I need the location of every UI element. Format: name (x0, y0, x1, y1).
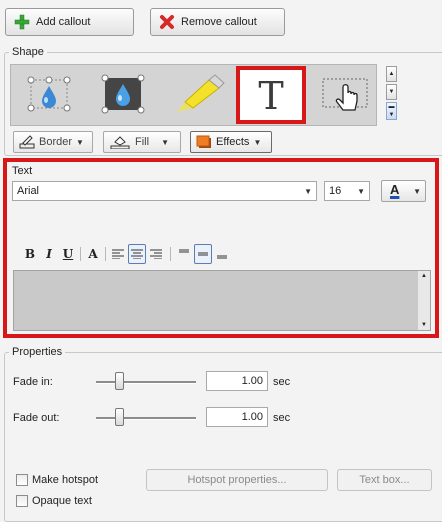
scroll-up-icon: ▲ (421, 273, 427, 279)
align-right-button[interactable] (147, 244, 165, 264)
chevron-down-icon: ▼ (76, 137, 84, 147)
effects-label: Effects (216, 136, 250, 148)
chevron-down-icon: ▼ (413, 187, 421, 196)
text-T-icon: T (258, 75, 283, 115)
fill-label: Fill (135, 136, 150, 148)
gallery-scroll-up-button[interactable]: ▲ (386, 66, 397, 82)
gallery-scroll-down-button[interactable]: ▼ (386, 84, 397, 100)
effects-button[interactable]: Effects ▼ (190, 131, 272, 153)
fade-out-label: Fade out: (13, 412, 60, 424)
border-button[interactable]: Border ▼ (13, 131, 93, 153)
scroll-down-icon: ▼ (421, 322, 427, 328)
chevron-down-icon: ▼ (304, 187, 312, 196)
valign-bottom-button[interactable] (213, 244, 231, 264)
text-box-button[interactable]: Text box... (337, 469, 432, 491)
font-select-value: Arial (17, 185, 40, 197)
align-right-icon (150, 249, 162, 259)
text-area-scrollbar[interactable]: ▲ ▼ (418, 271, 430, 330)
align-top-icon (179, 249, 189, 253)
fade-out-value: 1.00 (241, 411, 263, 423)
highlighter-icon (177, 74, 225, 112)
add-callout-label: Add callout (36, 16, 91, 28)
text-outline-icon: A (88, 247, 98, 261)
bold-button[interactable]: B (21, 244, 39, 264)
shape-highlight[interactable] (162, 68, 232, 122)
hand-cursor-icon (322, 78, 368, 111)
font-size-value: 16 (329, 185, 342, 197)
font-color-glyph: A (390, 182, 400, 197)
format-separator (170, 247, 171, 261)
align-center-icon (131, 249, 143, 259)
shape-balloon-outline[interactable] (14, 68, 84, 122)
add-callout-button[interactable]: Add callout (5, 8, 134, 36)
fade-out-slider-track[interactable] (96, 417, 196, 420)
gallery-expand-button[interactable]: ▬ ▼ (386, 102, 397, 120)
align-middle-icon (198, 252, 208, 256)
align-left-icon (112, 249, 124, 259)
fade-out-unit: sec (273, 412, 291, 424)
chevron-down-icon: ▼ (161, 137, 169, 147)
align-center-button[interactable] (128, 244, 146, 264)
chevron-down-icon: ▼ (253, 137, 262, 147)
text-box-label: Text box... (359, 474, 410, 486)
chevron-down-icon: ▼ (357, 187, 365, 196)
bold-icon: B (24, 247, 36, 261)
format-separator (105, 247, 106, 261)
hotspot-properties-label: Hotspot properties... (187, 474, 287, 486)
effects-icon (196, 135, 211, 148)
italic-button[interactable]: I (40, 244, 58, 264)
shape-group-label: Shape (9, 46, 47, 58)
callout-text-area[interactable] (13, 270, 431, 331)
underline-button[interactable]: U (59, 244, 77, 264)
shape-balloon-filled[interactable] (88, 68, 158, 122)
border-label: Border (39, 136, 73, 148)
fade-in-label: Fade in: (13, 376, 53, 388)
opaque-text-checkbox[interactable] (16, 495, 28, 507)
properties-group-label: Properties (9, 346, 66, 358)
remove-icon (160, 15, 174, 29)
fade-in-value: 1.00 (241, 375, 263, 387)
font-color-button[interactable]: A ▼ (381, 180, 426, 202)
italic-icon: I (46, 247, 52, 261)
fill-button[interactable]: Fill ▼ (103, 131, 181, 153)
text-group-label: Text (12, 165, 33, 177)
remove-callout-label: Remove callout (181, 16, 257, 28)
fade-in-unit: sec (273, 376, 291, 388)
fill-bucket-icon (110, 136, 130, 149)
font-size-select[interactable]: 16 ▼ (324, 181, 370, 201)
valign-top-button[interactable] (175, 244, 193, 264)
underline-icon: U (62, 247, 74, 261)
svg-text:T: T (258, 75, 283, 115)
fade-in-slider-track[interactable] (96, 381, 196, 384)
hotspot-properties-button[interactable]: Hotspot properties... (146, 469, 328, 491)
valign-middle-button[interactable] (194, 244, 212, 264)
make-hotspot-label[interactable]: Make hotspot (32, 474, 98, 486)
shape-hotspot[interactable] (310, 68, 380, 122)
drop-in-dark-rectangle-icon (101, 74, 145, 114)
font-select[interactable]: Arial ▼ (12, 181, 317, 201)
shape-text[interactable]: T (236, 66, 306, 124)
make-hotspot-checkbox[interactable] (16, 474, 28, 486)
format-separator (80, 247, 81, 261)
fade-in-slider-thumb[interactable] (115, 372, 124, 390)
align-bottom-icon (217, 255, 227, 259)
align-left-button[interactable] (109, 244, 127, 264)
fade-out-slider-thumb[interactable] (115, 408, 124, 426)
text-effects-button[interactable]: A (84, 244, 102, 264)
border-pen-icon (19, 135, 35, 149)
drop-in-rectangle-icon (27, 76, 71, 112)
fade-in-input[interactable]: 1.00 (206, 371, 268, 391)
remove-callout-button[interactable]: Remove callout (150, 8, 285, 36)
add-icon (14, 14, 30, 30)
fade-out-input[interactable]: 1.00 (206, 407, 268, 427)
opaque-text-label[interactable]: Opaque text (32, 495, 92, 507)
